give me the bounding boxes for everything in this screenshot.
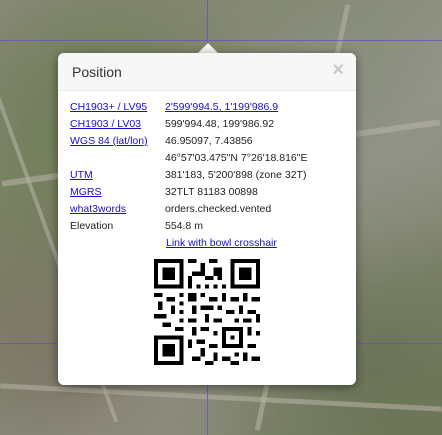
popup-header: Position × [58,53,356,91]
label-elevation: Elevation [70,220,114,232]
value-mgrs: 32TLT 81183 00898 [165,186,258,198]
table-row: what3words orders.checked.vented [70,201,307,218]
position-table: CH1903+ / LV95 2'599'994.5, 1'199'986.9 … [70,99,307,235]
grid-line [0,40,442,41]
table-row: UTM 381'183, 5'200'898 (zone 32T) [70,167,307,184]
table-row: Elevation 554.8 m [70,218,307,235]
link-utm[interactable]: UTM [70,169,93,181]
map-road [0,383,442,412]
link-what3words[interactable]: what3words [70,203,126,215]
link-lv95[interactable]: CH1903+ / LV95 [70,101,147,113]
link-lv03[interactable]: CH1903 / LV03 [70,118,141,130]
table-row: CH1903+ / LV95 2'599'994.5, 1'199'986.9 [70,99,307,116]
table-row: 46°57'03.475"N 7°26'18.816"E [70,150,307,167]
link-wgs84[interactable]: WGS 84 (lat/lon) [70,135,148,147]
link-mgrs[interactable]: MGRS [70,186,102,198]
bowl-crosshair-link[interactable]: Link with bowl crosshair [166,237,277,249]
popup-title: Position [72,64,122,80]
value-lv95-link[interactable]: 2'599'994.5, 1'199'986.9 [165,101,278,113]
value-lv03: 599'994.48, 199'986.92 [165,118,275,130]
table-row: CH1903 / LV03 599'994.48, 199'986.92 [70,116,307,133]
value-utm: 381'183, 5'200'898 (zone 32T) [165,169,307,181]
table-row: WGS 84 (lat/lon) 46.95097, 7.43856 [70,133,307,150]
value-elevation: 554.8 m [165,220,203,232]
popup-arrow [198,43,218,53]
value-wgs84-decimal: 46.95097, 7.43856 [165,135,253,147]
value-wgs84-dms: 46°57'03.475"N 7°26'18.816"E [165,152,308,164]
empty-key [70,150,165,167]
qr-code-icon [154,259,260,365]
value-what3words: orders.checked.vented [165,203,272,215]
close-icon[interactable]: × [332,59,344,82]
table-row: MGRS 32TLT 81183 00898 [70,184,307,201]
position-popup: Position × CH1903+ / LV95 2'599'994.5, 1… [58,53,356,385]
